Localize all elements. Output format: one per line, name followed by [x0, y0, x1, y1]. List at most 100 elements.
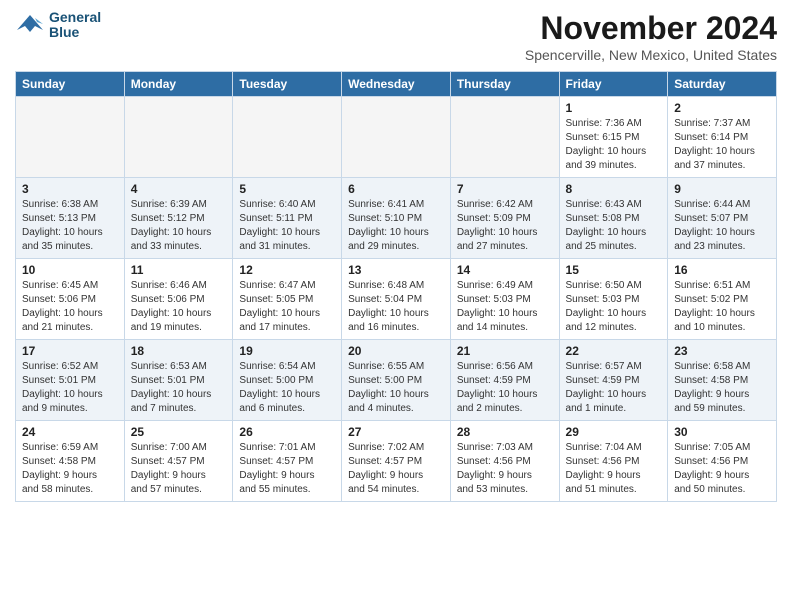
calendar-cell: 27 Sunrise: 7:02 AM Sunset: 4:57 PM Dayli…: [342, 421, 451, 502]
day-number: 15: [566, 263, 662, 277]
col-tuesday: Tuesday: [233, 72, 342, 97]
col-wednesday: Wednesday: [342, 72, 451, 97]
col-thursday: Thursday: [450, 72, 559, 97]
day-info: Sunrise: 7:36 AM Sunset: 6:15 PM Dayligh…: [566, 117, 662, 173]
calendar-cell: 7 Sunrise: 6:42 AM Sunset: 5:09 PM Daylig…: [450, 178, 559, 259]
day-info: Sunrise: 6:49 AM Sunset: 5:03 PM Dayligh…: [457, 279, 553, 335]
day-info: Sunrise: 6:40 AM Sunset: 5:11 PM Dayligh…: [239, 198, 335, 254]
day-info: Sunrise: 7:37 AM Sunset: 6:14 PM Dayligh…: [674, 117, 770, 173]
calendar-cell: 10Sunrise: 6:45 AM Sunset: 5:06 PM Dayli…: [16, 259, 125, 340]
calendar-cell: [16, 97, 125, 178]
day-number: 11: [131, 263, 227, 277]
calendar-cell: 22 Sunrise: 6:57 AM Sunset: 4:59 PM Dayli…: [559, 340, 668, 421]
calendar-cell: 28Sunrise: 7:03 AM Sunset: 4:56 PM Dayli…: [450, 421, 559, 502]
day-number: 30: [674, 425, 770, 439]
day-info: Sunrise: 6:48 AM Sunset: 5:04 PM Dayligh…: [348, 279, 444, 335]
day-number: 24: [22, 425, 118, 439]
day-info: Sunrise: 6:52 AM Sunset: 5:01 PM Dayligh…: [22, 360, 118, 416]
day-number: 7: [457, 182, 553, 196]
calendar-cell: 26Sunrise: 7:01 AM Sunset: 4:57 PM Dayli…: [233, 421, 342, 502]
day-number: 4: [131, 182, 227, 196]
day-info: Sunrise: 6:54 AM Sunset: 5:00 PM Dayligh…: [239, 360, 335, 416]
calendar-cell: 25 Sunrise: 7:00 AM Sunset: 4:57 PM Dayli…: [124, 421, 233, 502]
day-info: Sunrise: 6:55 AM Sunset: 5:00 PM Dayligh…: [348, 360, 444, 416]
calendar-cell: 15 Sunrise: 6:50 AM Sunset: 5:03 PM Dayli…: [559, 259, 668, 340]
day-number: 29: [566, 425, 662, 439]
calendar-cell: 21 Sunrise: 6:56 AM Sunset: 4:59 PM Dayli…: [450, 340, 559, 421]
calendar-cell: 19 Sunrise: 6:54 AM Sunset: 5:00 PM Dayli…: [233, 340, 342, 421]
title-area: November 2024 Spencerville, New Mexico, …: [525, 10, 777, 63]
day-number: 19: [239, 344, 335, 358]
day-number: 8: [566, 182, 662, 196]
calendar-week-2: 10Sunrise: 6:45 AM Sunset: 5:06 PM Dayli…: [16, 259, 777, 340]
col-sunday: Sunday: [16, 72, 125, 97]
day-info: Sunrise: 6:38 AM Sunset: 5:13 PM Dayligh…: [22, 198, 118, 254]
day-number: 17: [22, 344, 118, 358]
day-number: 16: [674, 263, 770, 277]
col-friday: Friday: [559, 72, 668, 97]
day-number: 21: [457, 344, 553, 358]
day-info: Sunrise: 6:51 AM Sunset: 5:02 PM Dayligh…: [674, 279, 770, 335]
calendar-cell: 13 Sunrise: 6:48 AM Sunset: 5:04 PM Dayli…: [342, 259, 451, 340]
day-info: Sunrise: 7:02 AM Sunset: 4:57 PM Dayligh…: [348, 441, 444, 497]
calendar-cell: 6 Sunrise: 6:41 AM Sunset: 5:10 PM Daylig…: [342, 178, 451, 259]
calendar-table: Sunday Monday Tuesday Wednesday Thursday…: [15, 71, 777, 502]
day-info: Sunrise: 6:59 AM Sunset: 4:58 PM Dayligh…: [22, 441, 118, 497]
day-info: Sunrise: 6:39 AM Sunset: 5:12 PM Dayligh…: [131, 198, 227, 254]
day-number: 13: [348, 263, 444, 277]
header: General Blue November 2024 Spencerville,…: [15, 10, 777, 63]
calendar-week-4: 24 Sunrise: 6:59 AM Sunset: 4:58 PM Dayli…: [16, 421, 777, 502]
col-saturday: Saturday: [668, 72, 777, 97]
day-number: 23: [674, 344, 770, 358]
calendar-container: General Blue November 2024 Spencerville,…: [0, 0, 792, 512]
calendar-cell: 14Sunrise: 6:49 AM Sunset: 5:03 PM Dayli…: [450, 259, 559, 340]
day-number: 27: [348, 425, 444, 439]
calendar-cell: 9 Sunrise: 6:44 AM Sunset: 5:07 PM Daylig…: [668, 178, 777, 259]
day-info: Sunrise: 6:57 AM Sunset: 4:59 PM Dayligh…: [566, 360, 662, 416]
calendar-cell: 17 Sunrise: 6:52 AM Sunset: 5:01 PM Dayli…: [16, 340, 125, 421]
day-info: Sunrise: 6:44 AM Sunset: 5:07 PM Dayligh…: [674, 198, 770, 254]
location-subtitle: Spencerville, New Mexico, United States: [525, 47, 777, 63]
day-number: 28: [457, 425, 553, 439]
col-monday: Monday: [124, 72, 233, 97]
day-info: Sunrise: 6:42 AM Sunset: 5:09 PM Dayligh…: [457, 198, 553, 254]
day-number: 25: [131, 425, 227, 439]
calendar-cell: 16 Sunrise: 6:51 AM Sunset: 5:02 PM Dayli…: [668, 259, 777, 340]
calendar-cell: [233, 97, 342, 178]
day-number: 20: [348, 344, 444, 358]
day-info: Sunrise: 6:41 AM Sunset: 5:10 PM Dayligh…: [348, 198, 444, 254]
day-info: Sunrise: 6:47 AM Sunset: 5:05 PM Dayligh…: [239, 279, 335, 335]
calendar-cell: [342, 97, 451, 178]
calendar-cell: 11 Sunrise: 6:46 AM Sunset: 5:06 PM Dayli…: [124, 259, 233, 340]
day-number: 6: [348, 182, 444, 196]
calendar-cell: 2 Sunrise: 7:37 AM Sunset: 6:14 PM Daylig…: [668, 97, 777, 178]
day-info: Sunrise: 6:43 AM Sunset: 5:08 PM Dayligh…: [566, 198, 662, 254]
calendar-cell: 24 Sunrise: 6:59 AM Sunset: 4:58 PM Dayli…: [16, 421, 125, 502]
day-info: Sunrise: 6:56 AM Sunset: 4:59 PM Dayligh…: [457, 360, 553, 416]
day-number: 3: [22, 182, 118, 196]
calendar-cell: 23 Sunrise: 6:58 AM Sunset: 4:58 PM Dayli…: [668, 340, 777, 421]
day-number: 5: [239, 182, 335, 196]
day-info: Sunrise: 7:00 AM Sunset: 4:57 PM Dayligh…: [131, 441, 227, 497]
header-row: Sunday Monday Tuesday Wednesday Thursday…: [16, 72, 777, 97]
calendar-cell: 1Sunrise: 7:36 AM Sunset: 6:15 PM Daylig…: [559, 97, 668, 178]
day-number: 9: [674, 182, 770, 196]
day-number: 10: [22, 263, 118, 277]
day-info: Sunrise: 6:58 AM Sunset: 4:58 PM Dayligh…: [674, 360, 770, 416]
calendar-cell: 12Sunrise: 6:47 AM Sunset: 5:05 PM Dayli…: [233, 259, 342, 340]
day-number: 18: [131, 344, 227, 358]
calendar-cell: 8 Sunrise: 6:43 AM Sunset: 5:08 PM Daylig…: [559, 178, 668, 259]
day-info: Sunrise: 6:50 AM Sunset: 5:03 PM Dayligh…: [566, 279, 662, 335]
day-info: Sunrise: 7:05 AM Sunset: 4:56 PM Dayligh…: [674, 441, 770, 497]
calendar-week-0: 1Sunrise: 7:36 AM Sunset: 6:15 PM Daylig…: [16, 97, 777, 178]
calendar-cell: 4 Sunrise: 6:39 AM Sunset: 5:12 PM Daylig…: [124, 178, 233, 259]
day-number: 26: [239, 425, 335, 439]
logo: General Blue: [15, 10, 101, 41]
day-number: 2: [674, 101, 770, 115]
day-number: 22: [566, 344, 662, 358]
logo-icon: [15, 10, 45, 40]
calendar-week-3: 17 Sunrise: 6:52 AM Sunset: 5:01 PM Dayli…: [16, 340, 777, 421]
day-info: Sunrise: 6:46 AM Sunset: 5:06 PM Dayligh…: [131, 279, 227, 335]
day-info: Sunrise: 6:53 AM Sunset: 5:01 PM Dayligh…: [131, 360, 227, 416]
calendar-cell: 29Sunrise: 7:04 AM Sunset: 4:56 PM Dayli…: [559, 421, 668, 502]
